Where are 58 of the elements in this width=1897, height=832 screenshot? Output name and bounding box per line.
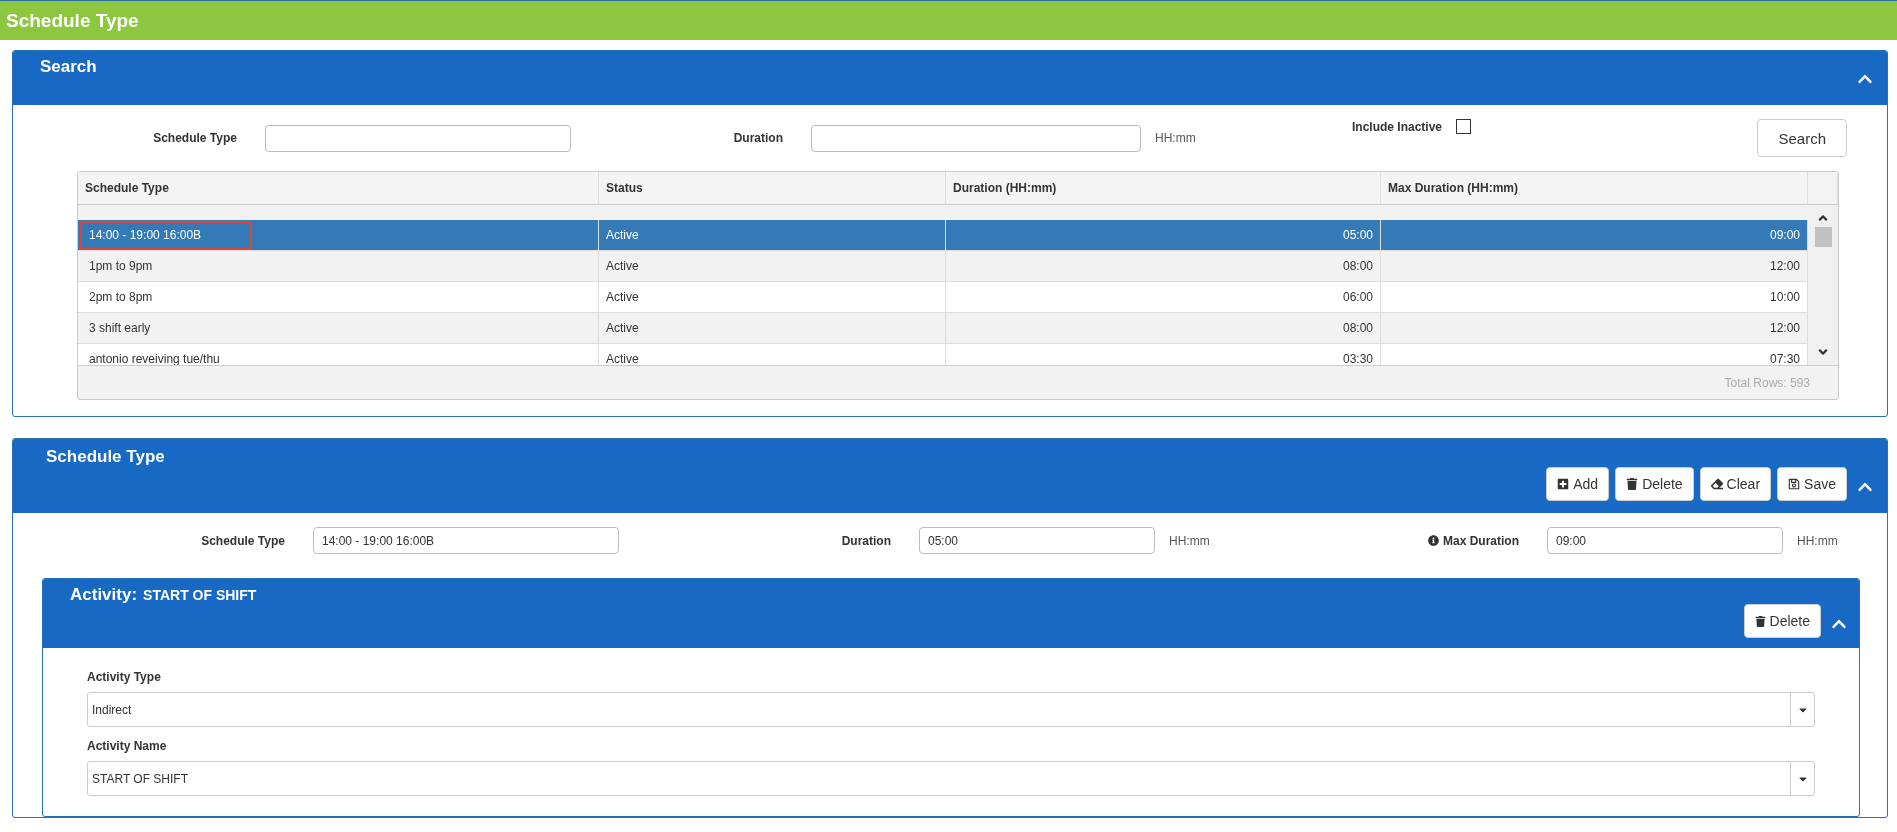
text-field[interactable] <box>811 124 1141 152</box>
field-label: Duration <box>732 131 784 145</box>
text-field[interactable] <box>265 124 571 152</box>
table-cell-text: 3 shift early <box>88 320 152 337</box>
table-cell: 08:00 <box>946 313 1381 343</box>
column-header[interactable]: Duration (HH:mm) <box>946 172 1381 205</box>
field-label: Duration <box>840 533 892 548</box>
table-cell: 03:30 <box>946 344 1381 365</box>
checkbox-label: Include Inactive <box>1351 119 1442 134</box>
table-cell: 06:00 <box>946 282 1381 312</box>
table-cell: 08:00 <box>946 251 1381 281</box>
dropdown[interactable]: START OF SHIFT <box>87 761 1815 796</box>
scrollbar-thumb[interactable] <box>1814 227 1832 247</box>
search-button[interactable]: Search <box>1757 119 1847 157</box>
unit-hint: HH:mm <box>1154 131 1197 145</box>
table-cell: Active <box>599 313 946 343</box>
table-cell: 05:00 <box>946 220 1381 250</box>
save-button[interactable]: Save <box>1777 467 1847 501</box>
table-cell: Active <box>599 220 946 250</box>
field-label: Schedule Type <box>200 533 286 548</box>
text-field[interactable]: 05:00 <box>919 527 1155 554</box>
column-header[interactable]: Status <box>599 172 946 205</box>
table-cell-text: antonio reveiving tue/thu <box>88 351 221 365</box>
dropdown[interactable]: Indirect <box>87 692 1815 727</box>
text-field[interactable]: 09:00 <box>1547 527 1783 554</box>
table-row[interactable]: antonio reveiving tue/thu Active 03:30 07:30 <box>78 344 1808 365</box>
panel-title: Schedule Type <box>46 447 165 468</box>
field-label: Activity Type <box>87 670 162 684</box>
panel-title: Search <box>40 57 97 78</box>
activity-label: Activity: <box>70 585 138 605</box>
total-rows: Total Rows: 593 <box>1724 375 1810 390</box>
add-button[interactable]: Add <box>1546 467 1610 501</box>
column-header[interactable]: Max Duration (HH:mm) <box>1381 172 1808 205</box>
clear-button[interactable]: Clear <box>1699 467 1772 501</box>
field-label: Schedule Type <box>152 131 238 145</box>
activity-name: START OF SHIFT <box>143 587 257 603</box>
table-row[interactable]: 1pm to 9pm Active 08:00 12:00 <box>78 251 1808 282</box>
delete-button[interactable]: Delete <box>1743 604 1821 638</box>
field-label: Max Duration <box>1355 533 1547 548</box>
table-row[interactable]: 3 shift early Active 08:00 12:00 <box>78 313 1808 344</box>
table-cell: Active <box>599 282 946 312</box>
page-title: Schedule Type <box>6 9 139 32</box>
trash-icon <box>1626 478 1639 490</box>
unit-hint: HH:mm <box>1796 533 1839 548</box>
field-label: Activity Name <box>87 739 168 753</box>
table-cell: Active <box>599 344 946 365</box>
table-row[interactable]: 14:00 - 19:00 16:00B Active 05:00 09:00 <box>78 220 1808 251</box>
table-row[interactable]: 2pm to 8pm Active 06:00 10:00 <box>78 282 1808 313</box>
eraser-icon <box>1710 478 1723 490</box>
unit-hint: HH:mm <box>1168 533 1211 548</box>
table-cell-text: 1pm to 9pm <box>88 258 154 275</box>
text-field[interactable]: 14:00 - 19:00 16:00B <box>313 527 619 554</box>
table-cell: 14:00 - 19:00 16:00B <box>80 220 252 250</box>
delete-button[interactable]: Delete <box>1615 467 1694 501</box>
trash-icon <box>1754 615 1766 627</box>
table-cell: Active <box>599 251 946 281</box>
table-cell-text: 2pm to 8pm <box>88 289 154 306</box>
column-header[interactable]: Schedule Type <box>78 172 599 205</box>
